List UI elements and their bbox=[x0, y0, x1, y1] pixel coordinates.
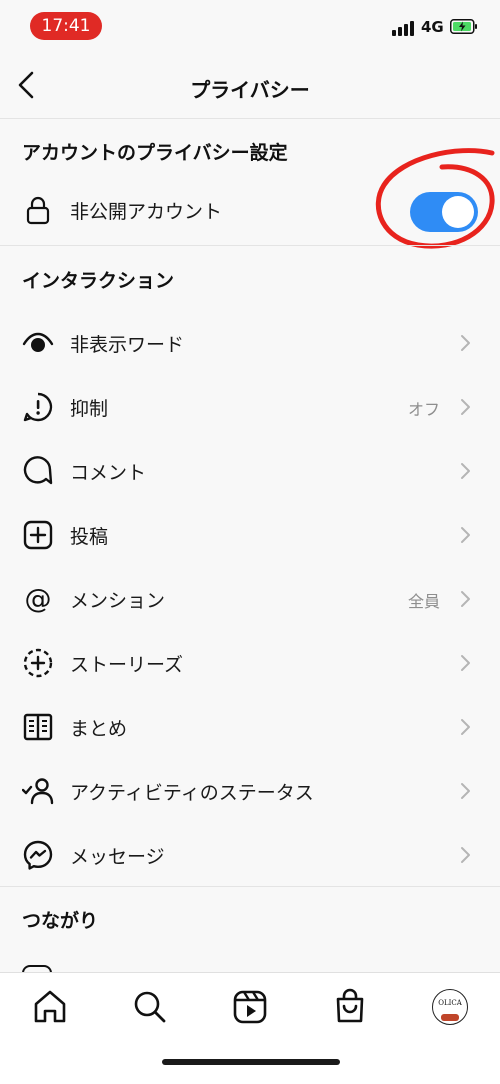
signal-icon bbox=[392, 20, 416, 36]
avatar-text: OLICA bbox=[438, 999, 462, 1007]
comment-icon bbox=[23, 456, 53, 485]
guides-icon bbox=[23, 713, 53, 741]
private-account-label: 非公開アカウント bbox=[70, 201, 223, 223]
home-indicator bbox=[162, 1059, 340, 1065]
chevron-right-icon bbox=[461, 783, 470, 799]
toggle-knob bbox=[442, 196, 474, 228]
stories-label: ストーリーズ bbox=[70, 654, 184, 676]
comments-row[interactable]: コメント bbox=[0, 441, 500, 501]
chevron-right-icon bbox=[461, 591, 470, 607]
stories-row[interactable]: ストーリーズ bbox=[0, 633, 500, 693]
hidden-words-label: 非表示ワード bbox=[70, 334, 185, 356]
status-bar: 17:41 4G bbox=[0, 0, 500, 54]
mentions-label: メンション bbox=[70, 590, 166, 612]
home-icon[interactable] bbox=[30, 987, 70, 1027]
chevron-right-icon bbox=[461, 463, 470, 479]
section-title-account-privacy: アカウントのプライバシー設定 bbox=[22, 142, 288, 164]
chevron-right-icon bbox=[461, 719, 470, 735]
divider bbox=[0, 245, 500, 246]
chevron-right-icon bbox=[461, 335, 470, 351]
section-title-interaction: インタラクション bbox=[22, 270, 175, 292]
battery-icon bbox=[450, 19, 477, 34]
hidden-words-row[interactable]: 非表示ワード bbox=[0, 313, 500, 373]
section-title-connections: つながり bbox=[22, 910, 99, 932]
activity-status-label: アクティビティのステータス bbox=[70, 782, 314, 804]
messenger-icon bbox=[23, 840, 53, 870]
posts-row[interactable]: 投稿 bbox=[0, 505, 500, 565]
story-plus-icon bbox=[23, 648, 53, 678]
network-type: 4G bbox=[421, 18, 444, 36]
at-icon: @ bbox=[25, 584, 52, 615]
messages-label: メッセージ bbox=[70, 846, 165, 868]
chevron-right-icon bbox=[461, 399, 470, 415]
restrict-icon bbox=[23, 392, 53, 422]
comments-label: コメント bbox=[70, 462, 147, 484]
activity-status-row[interactable]: アクティビティのステータス bbox=[0, 761, 500, 821]
lock-icon bbox=[26, 196, 50, 225]
tab-bar: OLICA bbox=[0, 972, 500, 1084]
eye-icon bbox=[22, 332, 54, 352]
guides-label: まとめ bbox=[70, 718, 128, 740]
profile-avatar[interactable]: OLICA bbox=[432, 989, 468, 1025]
restrict-row[interactable]: 抑制 オフ bbox=[0, 377, 500, 437]
restrict-label: 抑制 bbox=[70, 398, 109, 420]
page-title: プライバシー bbox=[190, 78, 310, 102]
guides-row[interactable]: まとめ bbox=[0, 697, 500, 757]
reels-icon[interactable] bbox=[230, 987, 270, 1027]
post-plus-icon bbox=[23, 520, 53, 550]
search-icon[interactable] bbox=[130, 987, 170, 1027]
divider bbox=[0, 886, 500, 887]
shop-icon[interactable] bbox=[330, 987, 370, 1027]
mentions-value: 全員 bbox=[407, 592, 440, 611]
messages-row[interactable]: メッセージ bbox=[0, 825, 500, 885]
posts-label: 投稿 bbox=[70, 526, 109, 548]
header: プライバシー bbox=[0, 54, 500, 119]
chevron-right-icon bbox=[461, 847, 470, 863]
svg-text:@: @ bbox=[25, 584, 52, 615]
chevron-right-icon bbox=[461, 527, 470, 543]
chevron-right-icon bbox=[461, 655, 470, 671]
activity-status-icon bbox=[22, 778, 54, 805]
mentions-row[interactable]: @ メンション 全員 bbox=[0, 569, 500, 629]
status-time: 17:41 bbox=[30, 12, 102, 40]
private-account-toggle[interactable] bbox=[410, 192, 478, 232]
restrict-value: オフ bbox=[407, 400, 440, 419]
